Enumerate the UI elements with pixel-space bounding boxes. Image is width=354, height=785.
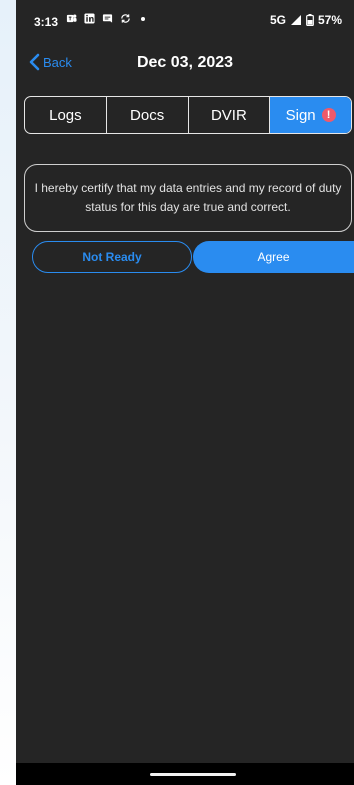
segmented-tabs: Logs Docs DVIR Sign ! (24, 96, 352, 134)
navigation-header: Back Dec 03, 2023 (16, 44, 354, 84)
tab-label: Sign (285, 106, 316, 124)
alert-icon: ! (321, 108, 336, 122)
tab-dvir[interactable]: DVIR (189, 97, 271, 133)
tab-docs[interactable]: Docs (107, 97, 189, 133)
linkedin-icon (84, 13, 95, 24)
desktop-background (0, 0, 16, 785)
not-ready-button[interactable]: Not Ready (32, 241, 192, 273)
battery-percent: 57% (317, 13, 342, 27)
signal-icon (290, 15, 301, 25)
agree-button[interactable]: Agree (193, 241, 354, 273)
tab-sign[interactable]: Sign ! (270, 97, 351, 133)
notification-dot-icon (141, 16, 145, 21)
status-system-icons: 5G 57% (270, 13, 342, 27)
tab-label: Logs (49, 106, 82, 124)
status-bar: 3:13 5G 57% (16, 0, 354, 44)
home-indicator[interactable] (150, 773, 236, 776)
certification-text: I hereby certify that my data entries an… (34, 181, 342, 214)
tab-label: DVIR (210, 106, 247, 124)
phone-screen: 3:13 5G 57% Back Dec 03, 2023 Logs Docs … (16, 0, 354, 785)
status-time: 3:13 (34, 15, 59, 29)
network-type: 5G (269, 13, 286, 27)
message-icon (102, 13, 113, 24)
status-notification-icons (66, 13, 145, 24)
certification-statement: I hereby certify that my data entries an… (24, 164, 352, 232)
teams-icon (66, 13, 77, 24)
page-title: Dec 03, 2023 (136, 54, 234, 71)
battery-icon (306, 14, 314, 26)
gesture-navigation-bar (16, 763, 354, 785)
tab-logs[interactable]: Logs (25, 97, 107, 133)
tab-label: Docs (130, 106, 165, 124)
certification-actions: Not Ready Agree (32, 241, 354, 273)
sync-icon (120, 13, 131, 24)
